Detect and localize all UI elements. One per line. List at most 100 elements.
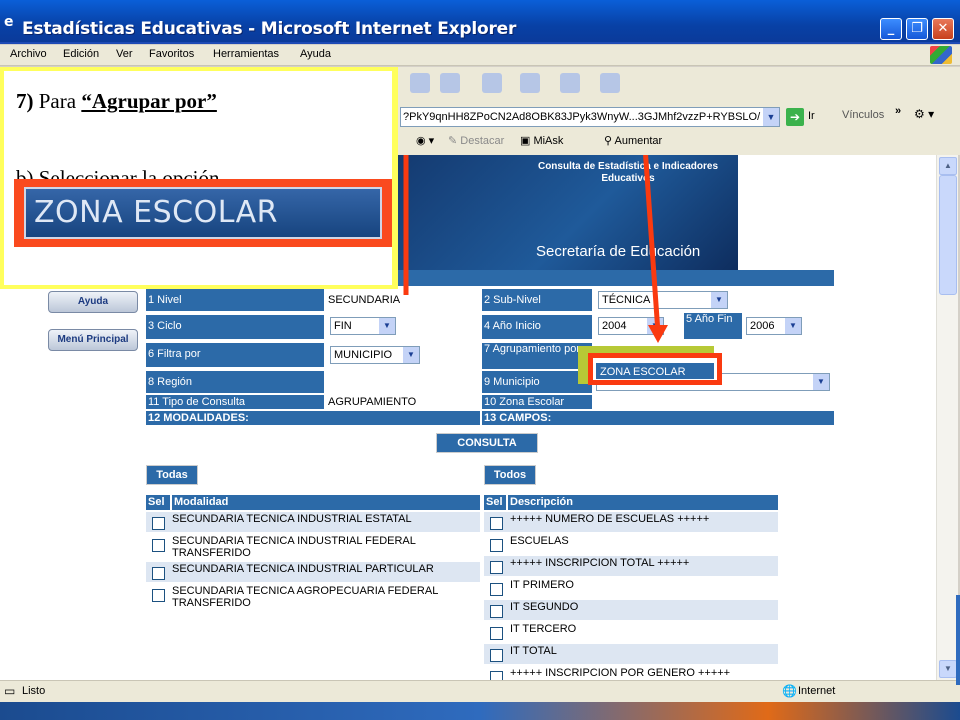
menu-ver[interactable]: Ver	[116, 48, 133, 60]
instruction-callout: 7) Para “Agrupar por” b) Seleccionar la …	[0, 67, 398, 289]
miask-button[interactable]: ▣ MiAsk	[520, 134, 563, 147]
todas-button[interactable]: Todas	[146, 465, 198, 485]
scroll-down-icon[interactable]: ▼	[939, 660, 957, 678]
home-icon[interactable]	[440, 73, 460, 93]
window-title: Estadísticas Educativas - Microsoft Inte…	[22, 19, 517, 39]
chevron-down-icon[interactable]: ▼	[379, 318, 395, 334]
campo-checkbox[interactable]	[490, 561, 503, 574]
campos-sel-header: Sel	[484, 495, 506, 510]
search-icon[interactable]	[482, 73, 502, 93]
ciclo-label: 3 Ciclo	[146, 315, 324, 339]
links-chevron-icon[interactable]: »	[895, 105, 901, 117]
table-row: SECUNDARIA TECNICA INDUSTRIAL ESTATAL	[146, 512, 480, 532]
menu-favoritos[interactable]: Favoritos	[149, 48, 194, 60]
chevron-down-icon[interactable]: ▼	[763, 108, 779, 126]
chevron-down-icon[interactable]: ▼	[711, 292, 727, 308]
address-bar[interactable]: ?PkY9qnHH8ZPoCN2Ad8OBK83JPyk3WnyW...3GJM…	[400, 107, 780, 127]
mail-icon[interactable]	[600, 73, 620, 93]
ciclo-select[interactable]: FIN ▼	[330, 317, 396, 335]
filtra-select-value: MUNICIPIO	[334, 349, 393, 361]
nivel-label: 1 Nivel	[146, 289, 324, 311]
campo-checkbox[interactable]	[490, 605, 503, 618]
campos-header: 13 CAMPOS:	[482, 411, 834, 425]
vertical-scrollbar[interactable]: ▲ ▼	[936, 155, 958, 680]
callout-text-before: Para	[33, 89, 82, 113]
favorites-icon[interactable]	[520, 73, 540, 93]
campo-checkbox[interactable]	[490, 627, 503, 640]
banner-subtitle: Secretaría de Educación	[536, 243, 701, 260]
chevron-down-icon[interactable]: ▼	[647, 318, 663, 334]
modalidad-checkbox[interactable]	[152, 567, 165, 580]
campos-desc-header: Descripción	[508, 495, 778, 510]
municipio-label: 9 Municipio	[482, 371, 592, 393]
todos-button[interactable]: Todos	[484, 465, 536, 485]
modalidad-checkbox[interactable]	[152, 539, 165, 552]
anio-fin-select[interactable]: 2006 ▼	[746, 317, 802, 335]
modalidad-text: SECUNDARIA TECNICA INDUSTRIAL PARTICULAR	[172, 563, 434, 575]
stop-icon[interactable]	[410, 73, 430, 93]
campo-checkbox[interactable]	[490, 539, 503, 552]
links-label[interactable]: Vínculos	[842, 109, 884, 121]
anio-fin-select-value: 2006	[750, 320, 775, 332]
filtra-label: 6 Filtra por	[146, 343, 324, 367]
nav-menu-principal-button[interactable]: Menú Principal	[48, 329, 138, 351]
maximize-button[interactable]: ❐	[906, 18, 928, 40]
zona-zoom-box: ZONA ESCOLAR	[14, 179, 392, 247]
campo-checkbox[interactable]	[490, 517, 503, 530]
modalidades-header: 12 MODALIDADES:	[146, 411, 480, 425]
campo-checkbox[interactable]	[490, 649, 503, 662]
modalidad-text-line2: TRANSFERIDO	[172, 547, 251, 559]
ie-logo-icon: e	[4, 14, 14, 30]
destacar-label: Destacar	[460, 135, 505, 147]
record-icon[interactable]: ◉ ▾	[416, 134, 434, 147]
agrupamiento-select[interactable]: ZONA ESCOLAR	[596, 363, 714, 379]
tools-icon[interactable]: ⚙ ▾	[914, 107, 934, 121]
campo-text: +++++ INSCRIPCION POR GENERO +++++	[510, 667, 731, 679]
globe-icon: 🌐	[782, 684, 797, 698]
filtra-select[interactable]: MUNICIPIO ▼	[330, 346, 420, 364]
anio-fin-label: 5 Año Fin	[684, 313, 742, 339]
history-icon[interactable]	[560, 73, 580, 93]
menu-edicion[interactable]: Edición	[63, 48, 99, 60]
region-cell	[326, 371, 480, 393]
chevron-down-icon[interactable]: ▼	[813, 374, 829, 390]
zona-zoom-label: ZONA ESCOLAR	[24, 187, 382, 239]
go-arrow-icon[interactable]: ➔	[786, 108, 804, 126]
table-row: ESCUELAS	[484, 534, 778, 554]
page-icon: ▭	[4, 684, 16, 698]
menu-herramientas[interactable]: Herramientas	[213, 48, 279, 60]
table-row: SECUNDARIA TECNICA INDUSTRIAL PARTICULAR	[146, 562, 480, 582]
modalidad-text-line2: TRANSFERIDO	[172, 597, 251, 609]
zona-label: 10 Zona Escolar	[482, 395, 592, 409]
callout-emphasis: “Agrupar por”	[81, 89, 217, 113]
tipo-label: 11 Tipo de Consulta	[146, 395, 324, 409]
campo-checkbox[interactable]	[490, 671, 503, 680]
aumentar-button[interactable]: ⚲ Aumentar	[604, 134, 662, 147]
chevron-down-icon[interactable]: ▼	[403, 347, 419, 363]
campo-checkbox[interactable]	[490, 583, 503, 596]
scroll-up-icon[interactable]: ▲	[939, 157, 957, 175]
minimize-button[interactable]: _	[880, 18, 902, 40]
modalidad-text: SECUNDARIA TECNICA INDUSTRIAL ESTATAL	[172, 513, 412, 525]
subnivel-select[interactable]: TÉCNICA ▼	[598, 291, 728, 309]
modalidad-checkbox[interactable]	[152, 517, 165, 530]
campo-text: IT PRIMERO	[510, 579, 574, 591]
modalidad-checkbox[interactable]	[152, 589, 165, 602]
windows-flag-icon	[930, 46, 952, 64]
destacar-button[interactable]: ✎ Destacar	[448, 134, 504, 147]
anio-inicio-label: 4 Año Inicio	[482, 315, 592, 339]
go-button[interactable]: Ir	[808, 110, 815, 122]
menu-archivo[interactable]: Archivo	[10, 48, 47, 60]
title-bar: e Estadísticas Educativas - Microsoft In…	[0, 0, 960, 44]
consulta-button[interactable]: CONSULTA	[436, 433, 538, 453]
menu-ayuda[interactable]: Ayuda	[300, 48, 331, 60]
campo-text: +++++ NUMERO DE ESCUELAS +++++	[510, 513, 710, 525]
close-button[interactable]: ✕	[932, 18, 954, 40]
status-text: Listo	[22, 685, 46, 697]
chevron-down-icon[interactable]: ▼	[785, 318, 801, 334]
anio-inicio-select[interactable]: 2004 ▼	[598, 317, 664, 335]
nav-ayuda-button[interactable]: Ayuda	[48, 291, 138, 313]
modalidades-name-header: Modalidad	[172, 495, 480, 510]
scroll-thumb[interactable]	[939, 175, 957, 295]
tipo-value: AGRUPAMIENTO	[326, 395, 480, 409]
